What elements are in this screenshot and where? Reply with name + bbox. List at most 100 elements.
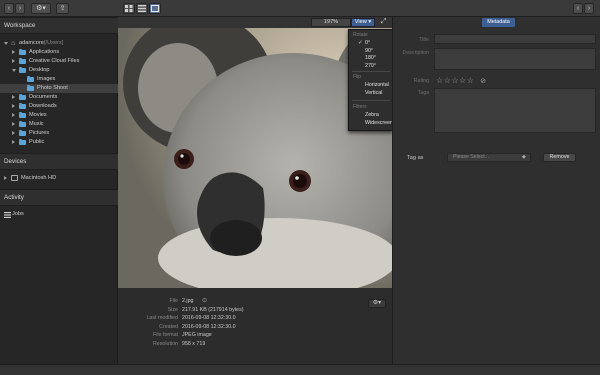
tag-as-label: Tag as: [407, 155, 424, 161]
zoom-level[interactable]: 197%: [311, 18, 351, 27]
rating-stars[interactable]: ☆☆☆☆☆ ⊘: [436, 77, 486, 86]
star-icon[interactable]: ☆: [451, 76, 459, 85]
list-view-button[interactable]: [136, 3, 148, 14]
menu-item[interactable]: Zebra: [349, 112, 393, 119]
expand-arrow-icon[interactable]: [12, 140, 15, 144]
info-value: JPEG image: [182, 332, 212, 338]
description-label: Description: [402, 50, 430, 56]
hard-drive-icon: [11, 175, 18, 181]
star-icon[interactable]: ☆: [436, 76, 444, 85]
menu-item[interactable]: Vertical: [349, 90, 393, 97]
jobs-label: Jobs: [12, 211, 24, 217]
info-row: File 2.jpg ⊙: [118, 297, 392, 305]
devices-header[interactable]: Devices: [0, 153, 118, 170]
expand-arrow-icon[interactable]: [12, 113, 15, 117]
menu-item[interactable]: Horizontal: [349, 82, 393, 89]
tree-item[interactable]: Pictures: [0, 129, 118, 138]
fullscreen-icon[interactable]: ⤢: [378, 18, 389, 27]
tree-item-label: Downloads: [29, 103, 57, 109]
flip-header: Flip: [353, 74, 362, 80]
clear-rating-icon[interactable]: ⊘: [480, 78, 486, 85]
tree-item[interactable]: Public: [0, 138, 118, 147]
menu-item-label: Vertical: [365, 89, 383, 96]
remove-button[interactable]: Remove: [543, 153, 576, 162]
info-key: Created: [159, 323, 178, 330]
workspace-header[interactable]: Workspace: [0, 17, 118, 34]
right-forward-button[interactable]: ›: [584, 3, 594, 14]
info-key: File format: [152, 332, 178, 338]
metadata-panel: Metadata Title Description Rating ☆☆☆☆☆ …: [392, 17, 600, 364]
info-row: Created 2016-09-08 12:32:30.0: [118, 323, 392, 331]
tags-field[interactable]: [434, 88, 596, 133]
single-view-icon: [151, 5, 159, 12]
tree-item-label: Creative Cloud Files: [29, 58, 80, 64]
menu-item[interactable]: 90°: [349, 48, 393, 55]
tree-item-label: Applications: [29, 49, 60, 55]
title-field[interactable]: [434, 34, 596, 44]
menu-item[interactable]: 180°: [349, 55, 393, 62]
tree-item-label: Pictures: [29, 130, 50, 136]
tag-select-dropdown[interactable]: Please Select... ◆: [447, 153, 531, 162]
home-icon: ⌂: [11, 40, 16, 47]
menu-divider: [352, 71, 390, 72]
view-dropdown-menu: Rotate ✓ 0° 90° 180° 270° Flip Horizontal Ver…: [348, 29, 393, 131]
device-item[interactable]: Macintosh HD: [0, 174, 118, 183]
expand-arrow-icon[interactable]: [12, 104, 15, 108]
tree-item[interactable]: Downloads: [0, 102, 118, 111]
right-back-button[interactable]: ‹: [573, 3, 583, 14]
checkmark-icon: ✓: [358, 40, 363, 46]
rating-label: Rating: [413, 78, 429, 84]
collapse-arrow-icon[interactable]: [4, 42, 8, 45]
sidebar: Workspace ⌂ adamcore [/Users] Applications…: [0, 17, 118, 364]
menu-item[interactable]: 270°: [349, 63, 393, 70]
view-menu-button[interactable]: View ▾: [351, 18, 375, 27]
folder-icon: [19, 57, 26, 64]
tree-item[interactable]: Applications: [0, 48, 118, 57]
info-value: 2.jpg: [182, 298, 194, 304]
tab-metadata[interactable]: Metadata: [482, 18, 515, 27]
tree-item-path: [/Users]: [44, 40, 64, 46]
tree-item[interactable]: Documents: [0, 93, 118, 102]
back-button[interactable]: ‹: [4, 3, 14, 14]
tree-item[interactable]: Images: [0, 75, 118, 84]
star-icon[interactable]: ☆: [467, 76, 475, 85]
tree-item[interactable]: Movies: [0, 111, 118, 120]
info-value: 958 x 719: [182, 340, 206, 347]
single-view-button[interactable]: [149, 3, 161, 14]
jobs-item[interactable]: Jobs: [0, 210, 118, 219]
expand-arrow-icon[interactable]: [12, 122, 15, 126]
tree-item[interactable]: Creative Cloud Files: [0, 57, 118, 66]
info-value: 2016-09-08 12:32:30.0: [182, 315, 236, 321]
expand-arrow-icon[interactable]: [12, 95, 15, 99]
reveal-icon[interactable]: ⊙: [202, 297, 207, 305]
tree-item[interactable]: Desktop: [0, 66, 118, 75]
device-label: Macintosh HD: [21, 175, 57, 181]
expand-arrow-icon[interactable]: [12, 59, 15, 63]
grid-view-button[interactable]: [123, 3, 135, 14]
tree-item-label: Desktop: [29, 67, 50, 73]
expand-arrow-icon[interactable]: [12, 131, 15, 135]
expand-arrow-icon[interactable]: [12, 50, 15, 54]
tree-item[interactable]: Music: [0, 120, 118, 129]
export-button[interactable]: ⇪: [56, 3, 69, 14]
tag-select-text: Please Select...: [453, 154, 490, 160]
info-row: Resolution 958 x 719: [118, 340, 392, 348]
folder-icon: [19, 120, 26, 127]
info-value: 217.91 KB (217914 bytes): [182, 306, 244, 313]
expand-arrow-icon[interactable]: [4, 176, 7, 180]
menu-item[interactable]: ✓ 0°: [349, 40, 393, 47]
tree-item-label: Images: [37, 76, 56, 82]
tree-item[interactable]: Photo Shoot: [0, 84, 118, 93]
description-field[interactable]: [434, 48, 596, 70]
folder-icon: [19, 111, 26, 118]
collapse-arrow-icon[interactable]: [12, 69, 16, 72]
folder-icon: [19, 48, 26, 55]
tree-item-label: Photo Shoot: [37, 85, 68, 91]
menu-item-label: Horizontal: [365, 82, 389, 88]
gear-menu-button[interactable]: ⚙▾: [31, 3, 51, 14]
forward-button[interactable]: ›: [15, 3, 25, 14]
menu-item[interactable]: Widescreen: [349, 120, 393, 127]
activity-header[interactable]: Activity: [0, 189, 118, 206]
star-icon[interactable]: ☆: [459, 76, 467, 85]
tree-item[interactable]: ⌂ adamcore [/Users]: [0, 39, 118, 48]
